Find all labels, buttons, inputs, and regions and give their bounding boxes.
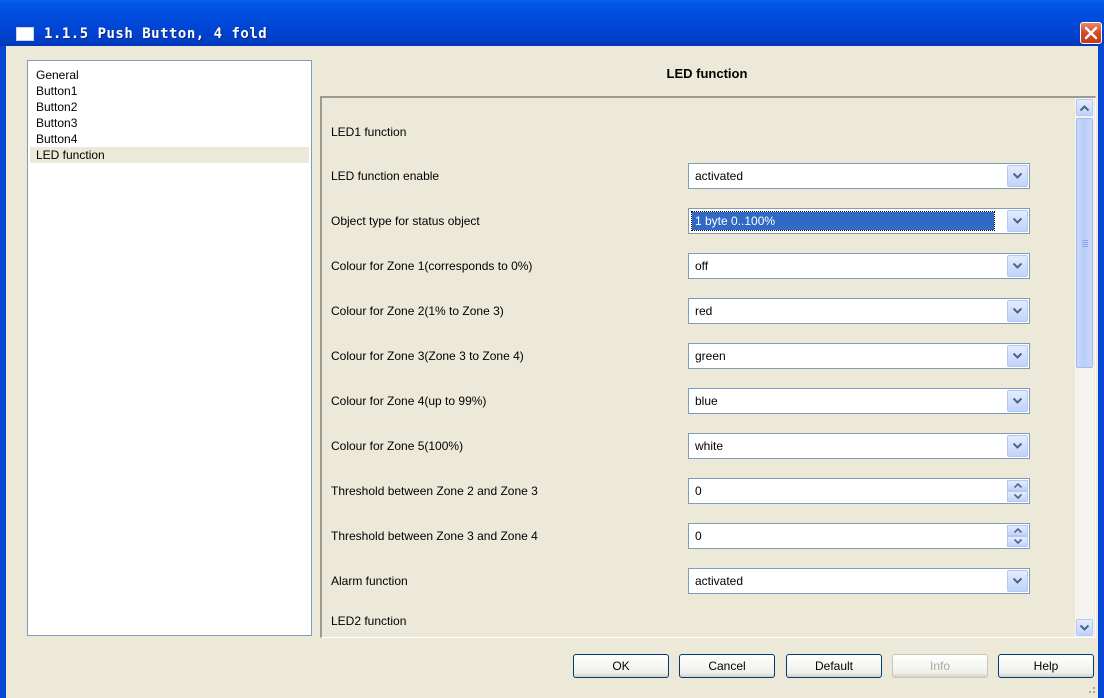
thumb-grip <box>1082 246 1088 247</box>
thumb-grip <box>1082 240 1088 241</box>
select-value: blue <box>695 394 718 408</box>
select-colour-zone5[interactable]: white <box>688 433 1030 459</box>
spinner-threshold-zone2-3[interactable]: 0 <box>688 478 1030 504</box>
scroll-down-button[interactable] <box>1076 619 1093 636</box>
select-value: green <box>695 349 726 363</box>
parameters-panel: LED1 function LED function enable activa… <box>320 96 1096 638</box>
title-bar[interactable]: 1.1.5 Push Button, 4 fold <box>0 0 1104 46</box>
label-colour-zone2: Colour for Zone 2(1% to Zone 3) <box>331 304 504 318</box>
thumb-grip <box>1082 244 1088 245</box>
select-value: red <box>695 304 713 318</box>
tree-item-button4[interactable]: Button4 <box>30 131 309 147</box>
window-frame-right <box>1098 46 1104 698</box>
dropdown-button[interactable] <box>1007 390 1028 412</box>
label-object-type: Object type for status object <box>331 214 480 228</box>
info-button[interactable]: Info <box>892 654 988 678</box>
section-led1-function: LED1 function <box>331 125 407 139</box>
window-icon <box>16 27 34 41</box>
chevron-down-icon <box>1013 308 1022 314</box>
ok-button[interactable]: OK <box>573 654 669 678</box>
dropdown-button[interactable] <box>1007 300 1028 322</box>
dropdown-button[interactable] <box>1007 255 1028 277</box>
parameter-tree[interactable]: General Button1 Button2 Button3 Button4 … <box>27 60 312 636</box>
select-value: off <box>695 259 709 273</box>
select-led-function-enable[interactable]: activated <box>688 163 1030 189</box>
vertical-scrollbar[interactable] <box>1075 98 1094 637</box>
scroll-up-button[interactable] <box>1076 99 1093 116</box>
chevron-down-icon <box>1013 353 1022 359</box>
dropdown-button[interactable] <box>1007 435 1028 457</box>
window-frame-left <box>0 46 6 698</box>
label-threshold-zone2-3: Threshold between Zone 2 and Zone 3 <box>331 484 538 498</box>
close-button[interactable] <box>1080 22 1102 44</box>
dropdown-button[interactable] <box>1007 345 1028 367</box>
spin-up-icon <box>1014 483 1022 488</box>
spin-down-icon <box>1014 494 1022 499</box>
spin-buttons <box>1007 525 1028 547</box>
spin-down-button[interactable] <box>1007 536 1028 547</box>
select-value: 1 byte 0..100% <box>691 211 995 231</box>
select-object-type[interactable]: 1 byte 0..100% <box>688 208 1030 234</box>
close-icon <box>1084 26 1098 40</box>
select-value: white <box>695 439 724 453</box>
spin-up-icon <box>1014 528 1022 533</box>
label-colour-zone1: Colour for Zone 1(corresponds to 0%) <box>331 259 533 273</box>
scrollbar-thumb[interactable] <box>1076 118 1093 368</box>
default-button[interactable]: Default <box>786 654 882 678</box>
tree-item-led-function[interactable]: LED function <box>30 147 309 163</box>
spin-up-button[interactable] <box>1007 525 1028 536</box>
label-threshold-zone3-4: Threshold between Zone 3 and Zone 4 <box>331 529 538 543</box>
spin-up-button[interactable] <box>1007 480 1028 491</box>
resize-grip-icon[interactable] <box>1086 684 1096 694</box>
section-led2-function: LED2 function <box>331 614 407 628</box>
select-colour-zone2[interactable]: red <box>688 298 1030 324</box>
label-alarm-function: Alarm function <box>331 574 408 588</box>
help-button[interactable]: Help <box>998 654 1094 678</box>
label-colour-zone3: Colour for Zone 3(Zone 3 to Zone 4) <box>331 349 524 363</box>
cancel-button[interactable]: Cancel <box>679 654 775 678</box>
scroll-up-icon <box>1080 105 1089 111</box>
chevron-down-icon <box>1013 398 1022 404</box>
chevron-down-icon <box>1013 263 1022 269</box>
tree-item-button3[interactable]: Button3 <box>30 115 309 131</box>
panel-title: LED function <box>666 66 748 81</box>
label-colour-zone4: Colour for Zone 4(up to 99%) <box>331 394 487 408</box>
spinner-value[interactable]: 0 <box>695 484 702 498</box>
tree-item-general[interactable]: General <box>30 67 309 83</box>
thumb-grip <box>1082 242 1088 243</box>
spinner-threshold-zone3-4[interactable]: 0 <box>688 523 1030 549</box>
spin-down-button[interactable] <box>1007 491 1028 502</box>
label-colour-zone5: Colour for Zone 5(100%) <box>331 439 464 453</box>
dropdown-button[interactable] <box>1007 210 1028 232</box>
chevron-down-icon <box>1013 173 1022 179</box>
select-value: activated <box>695 574 744 588</box>
chevron-down-icon <box>1013 578 1022 584</box>
tree-item-button1[interactable]: Button1 <box>30 83 309 99</box>
select-colour-zone3[interactable]: green <box>688 343 1030 369</box>
chevron-down-icon <box>1013 443 1022 449</box>
window-title: 1.1.5 Push Button, 4 fold <box>44 26 268 42</box>
spin-buttons <box>1007 480 1028 502</box>
select-colour-zone1[interactable]: off <box>688 253 1030 279</box>
dropdown-button[interactable] <box>1007 165 1028 187</box>
select-value: activated <box>695 169 744 183</box>
select-colour-zone4[interactable]: blue <box>688 388 1030 414</box>
label-led-function-enable: LED function enable <box>331 169 440 183</box>
tree-item-button2[interactable]: Button2 <box>30 99 309 115</box>
spin-down-icon <box>1014 539 1022 544</box>
scroll-down-icon <box>1080 625 1089 631</box>
spinner-value[interactable]: 0 <box>695 529 702 543</box>
chevron-down-icon <box>1013 218 1022 224</box>
dropdown-button[interactable] <box>1007 570 1028 592</box>
select-alarm-function[interactable]: activated <box>688 568 1030 594</box>
